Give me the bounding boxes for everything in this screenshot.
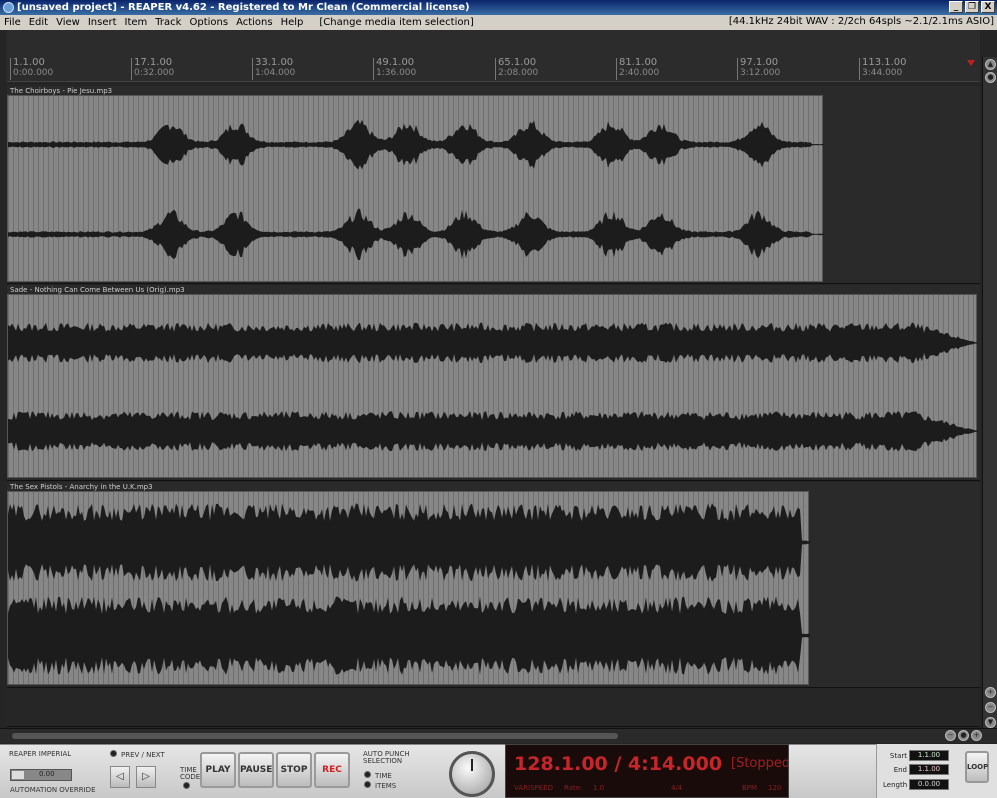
empty-track-area[interactable] xyxy=(7,689,980,727)
menu-bar: File Edit View Insert Item Track Options… xyxy=(0,15,997,30)
timecode-label-2: CODE xyxy=(180,773,201,781)
autopunch-time-label: TIME xyxy=(375,772,392,780)
horizontal-scrollbar[interactable]: − ● + xyxy=(0,728,997,743)
autopunch-label-2: SELECTION xyxy=(363,757,403,765)
varispeed-label[interactable]: VARISPEED xyxy=(514,784,553,792)
media-item[interactable]: The Sex Pistols - Anarchy in the U.K.mp3 xyxy=(7,483,810,685)
slider-knob[interactable] xyxy=(12,771,24,779)
horizontal-scroll-thumb[interactable] xyxy=(12,733,618,739)
menu-item[interactable]: Item xyxy=(121,17,152,28)
ruler-mark: 97.1.00 3:12.000 xyxy=(737,58,780,80)
menu-help[interactable]: Help xyxy=(277,17,308,28)
media-item[interactable]: Sade - Nothing Can Come Between Us (Orig… xyxy=(7,286,978,478)
title-bar: [unsaved project] - REAPER v4.62 - Regis… xyxy=(0,0,997,15)
automation-override-slider[interactable]: 0.00 xyxy=(10,769,72,781)
edit-cursor-marker[interactable] xyxy=(967,60,975,66)
position-readout: 128.1.00 / 4:14.000 xyxy=(514,753,723,775)
start-label: Start xyxy=(889,752,907,760)
restore-button[interactable]: ❐ xyxy=(965,1,979,13)
end-field[interactable]: 1.1.00 xyxy=(909,764,949,775)
slider-value: 0.00 xyxy=(39,770,55,778)
transport-brand: REAPER IMPERIAL xyxy=(9,750,72,758)
zoom-icon[interactable]: ● xyxy=(985,72,996,83)
length-field[interactable]: 0.0.00 xyxy=(909,779,949,790)
ruler-mark: 113.1.00 3:44.000 xyxy=(859,58,907,80)
zoom-h-icon[interactable]: ● xyxy=(958,730,969,741)
ruler-mark: 65.1.00 2:08.000 xyxy=(495,58,538,80)
ruler-mark: 17.1.00 0:32.000 xyxy=(131,58,174,80)
audio-device-info[interactable]: [44.1kHz 24bit WAV : 2/2ch 64spls ~2.1/2… xyxy=(729,16,994,27)
scroll-up-icon[interactable]: ▲ xyxy=(985,59,996,70)
prev-next-indicator[interactable] xyxy=(110,750,117,757)
pause-button[interactable]: PAUSE xyxy=(238,752,274,788)
menu-edit[interactable]: Edit xyxy=(25,17,52,28)
timecode-toggle[interactable] xyxy=(183,782,190,789)
menu-insert[interactable]: Insert xyxy=(84,17,121,28)
autopunch-time-radio[interactable] xyxy=(364,771,371,778)
media-item[interactable]: The Choirboys - Pie Jesu.mp3 xyxy=(7,87,824,282)
window-title: [unsaved project] - REAPER v4.62 - Regis… xyxy=(17,2,470,13)
ruler-mark: 1.1.00 0:00.000 xyxy=(10,58,53,80)
ruler-mark: 81.1.00 2:40.000 xyxy=(616,58,659,80)
autopunch-items-label: ITEMS xyxy=(375,782,397,790)
start-field[interactable]: 1.1.00 xyxy=(909,750,949,761)
stop-button[interactable]: STOP xyxy=(276,752,312,788)
zoom-in-icon[interactable]: + xyxy=(985,687,996,698)
bpm-label: BPM xyxy=(742,784,758,792)
automation-override-label: AUTOMATION OVERRIDE xyxy=(10,786,96,794)
media-item-name: The Sex Pistols - Anarchy in the U.K.mp3 xyxy=(10,483,153,491)
zoom-out-h-icon[interactable]: − xyxy=(945,730,956,741)
menu-actions[interactable]: Actions xyxy=(232,17,277,28)
menu-track[interactable]: Track xyxy=(151,17,185,28)
jog-knob[interactable] xyxy=(449,751,495,797)
waveform xyxy=(8,503,810,675)
menu-view[interactable]: View xyxy=(52,17,84,28)
record-button[interactable]: REC xyxy=(314,752,350,788)
media-item-name: The Choirboys - Pie Jesu.mp3 xyxy=(10,87,113,95)
zoom-in-h-icon[interactable]: + xyxy=(971,730,982,741)
reaper-app-icon[interactable] xyxy=(3,2,14,13)
minimize-button[interactable]: _ xyxy=(949,1,963,13)
length-label: Length xyxy=(883,781,908,789)
waveform xyxy=(8,322,978,452)
rate-value[interactable]: 1.0 xyxy=(593,784,604,792)
vertical-scrollbar[interactable]: ▲ ● + − ▼ xyxy=(982,57,997,742)
waveform xyxy=(8,119,824,260)
scroll-down-icon[interactable]: ▼ xyxy=(985,717,996,728)
time-display[interactable]: 128.1.00 / 4:14.000 [Stopped] VARISPEED … xyxy=(505,744,789,798)
rate-label: Rate: xyxy=(564,784,583,792)
ruler-mark: 49.1.00 1:36.000 xyxy=(373,58,416,80)
media-item-name: Sade - Nothing Can Come Between Us (Orig… xyxy=(10,286,185,294)
selection-panel: Start 1.1.00 End 1.1.00 Length 0.0.00 LO… xyxy=(876,744,997,798)
end-label: End xyxy=(893,766,907,774)
reaper-window: [unsaved project] - REAPER v4.62 - Regis… xyxy=(0,0,997,798)
time-signature[interactable]: 4/4 xyxy=(671,784,682,792)
bpm-value[interactable]: 120 xyxy=(768,784,781,792)
menu-file[interactable]: File xyxy=(0,17,25,28)
last-action-hint: [Change media item selection] xyxy=(319,17,474,28)
zoom-out-icon[interactable]: − xyxy=(985,702,996,713)
autopunch-items-radio[interactable] xyxy=(364,781,371,788)
next-button[interactable]: ▷ xyxy=(136,766,156,788)
loop-button[interactable]: LOOP xyxy=(965,751,989,783)
play-button[interactable]: PLAY xyxy=(200,752,236,788)
prev-button[interactable]: ◁ xyxy=(110,766,130,788)
play-state: [Stopped] xyxy=(731,756,789,771)
prev-next-label: PREV / NEXT xyxy=(121,751,165,759)
timeline-ruler[interactable]: 1.1.00 0:00.000 17.1.00 0:32.000 33.1.00 1:… xyxy=(7,30,980,82)
transport-bar: REAPER IMPERIAL 0.00 AUTOMATION OVERRIDE… xyxy=(0,744,997,798)
ruler-mark: 33.1.00 1:04.000 xyxy=(252,58,295,80)
menu-options[interactable]: Options xyxy=(185,17,232,28)
close-button[interactable]: X xyxy=(981,1,995,13)
